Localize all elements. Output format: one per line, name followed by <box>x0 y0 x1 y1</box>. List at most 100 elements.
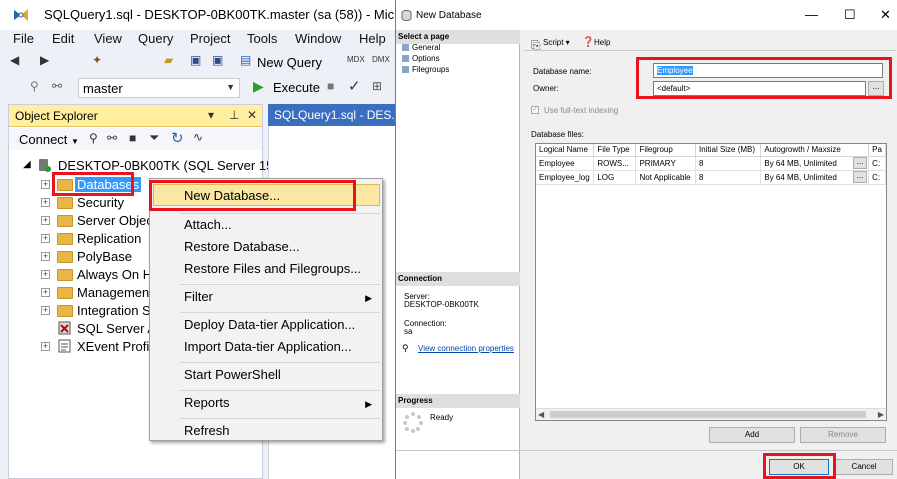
execute-button[interactable]: Execute <box>273 80 320 95</box>
fulltext-checkbox[interactable]: ✓ <box>531 106 539 114</box>
cell-logical-name[interactable]: Employee_log <box>536 170 595 185</box>
back-icon[interactable]: ◀ <box>10 53 19 67</box>
cell-autogrowth[interactable]: By 64 MB, Unlimited... <box>760 170 870 185</box>
add-button[interactable]: Add <box>709 427 795 443</box>
tab-sqlquery1[interactable]: SQLQuery1.sql - DES... <box>268 104 395 126</box>
menu-item-deploy-data-tier[interactable]: Deploy Data-tier Application... <box>184 317 355 332</box>
new-item-icon[interactable]: ✦ <box>92 53 102 67</box>
expand-icon[interactable]: + <box>41 216 50 225</box>
save-icon[interactable]: ▣ <box>190 53 201 67</box>
cell-initial-size[interactable]: 8 <box>695 170 762 185</box>
autogrowth-browse-button[interactable]: ... <box>853 156 868 169</box>
menu-item-restore-files[interactable]: Restore Files and Filegroups... <box>184 261 361 276</box>
menu-item-start-powershell[interactable]: Start PowerShell <box>184 367 281 382</box>
cell-autogrowth[interactable]: By 64 MB, Unlimited... <box>760 156 870 171</box>
forward-icon[interactable]: ▶ <box>40 53 49 67</box>
scrollbar-thumb[interactable] <box>550 411 866 418</box>
menu-query[interactable]: Query <box>138 31 173 46</box>
cell-initial-size[interactable]: 8 <box>695 156 762 171</box>
cell-file-type[interactable]: LOG <box>593 170 637 185</box>
filter-icon[interactable]: ⏷ <box>149 130 159 146</box>
page-options[interactable]: Options <box>402 54 440 63</box>
disconnect-icon[interactable]: ⚯ <box>107 131 117 145</box>
menu-item-import-data-tier[interactable]: Import Data-tier Application... <box>184 339 352 354</box>
page-filegroups[interactable]: Filegroups <box>402 65 449 74</box>
column-header[interactable]: File Type <box>593 144 637 157</box>
connect-plug-icon[interactable]: ⚲ <box>89 131 98 145</box>
scroll-left-icon[interactable]: ◀ <box>538 410 544 419</box>
close-icon[interactable]: ✕ <box>247 108 257 122</box>
menu-project[interactable]: Project <box>190 31 230 46</box>
autogrowth-browse-button[interactable]: ... <box>853 170 868 183</box>
cancel-button[interactable]: Cancel <box>835 459 893 475</box>
expand-icon[interactable]: + <box>41 198 50 207</box>
mdx-query-icon[interactable]: MDX <box>347 55 365 64</box>
refresh-icon[interactable]: ↻ <box>171 129 184 147</box>
table-row[interactable]: Employee_log LOG Not Applicable 8 By 64 … <box>536 170 886 185</box>
expand-icon[interactable]: + <box>41 288 50 297</box>
menu-item-refresh[interactable]: Refresh <box>184 423 230 438</box>
expand-icon[interactable]: + <box>41 180 50 189</box>
stop-icon[interactable]: ■ <box>129 131 136 145</box>
cell-path[interactable]: C: <box>868 170 886 185</box>
stop-icon[interactable]: ■ <box>327 79 334 93</box>
execute-icon[interactable]: ▶ <box>253 78 264 95</box>
expand-icon[interactable]: + <box>41 306 50 315</box>
page-general[interactable]: General <box>402 43 440 52</box>
scroll-right-icon[interactable]: ▶ <box>878 410 884 419</box>
expand-icon[interactable]: + <box>41 342 50 351</box>
available-databases-combo[interactable]: master ▼ <box>78 78 240 98</box>
menu-file[interactable]: File <box>13 31 34 46</box>
column-header[interactable]: Initial Size (MB) <box>695 144 762 157</box>
view-connection-properties-link[interactable]: View connection properties <box>418 344 514 353</box>
menu-help[interactable]: Help <box>359 31 386 46</box>
cell-filegroup[interactable]: Not Applicable <box>635 170 697 185</box>
menu-item-reports[interactable]: Reports <box>184 395 230 410</box>
maximize-icon[interactable]: ☐ <box>844 7 856 23</box>
minimize-icon[interactable]: — <box>805 7 818 22</box>
menu-item-restore-database[interactable]: Restore Database... <box>184 239 300 254</box>
help-button[interactable]: Help <box>594 38 610 47</box>
expand-icon[interactable]: + <box>41 252 50 261</box>
menu-item-attach[interactable]: Attach... <box>184 217 232 232</box>
menu-window[interactable]: Window <box>295 31 341 46</box>
column-header[interactable]: Logical Name <box>536 144 595 157</box>
expand-icon[interactable]: + <box>41 234 50 243</box>
save-all-icon[interactable]: ▣ <box>212 53 223 67</box>
submenu-arrow-icon: ▶ <box>365 399 372 409</box>
new-query-icon[interactable]: ▤ <box>240 53 251 67</box>
menu-edit[interactable]: Edit <box>52 31 74 46</box>
new-query-button[interactable]: New Query <box>257 55 322 70</box>
display-plan-icon[interactable]: ⊞ <box>372 79 382 93</box>
cell-file-type[interactable]: ROWS... <box>593 156 637 171</box>
activity-monitor-icon[interactable]: ∿ <box>193 130 203 144</box>
column-header[interactable]: Filegroup <box>635 144 697 157</box>
horizontal-scrollbar[interactable]: ◀ ▶ <box>536 408 886 420</box>
cell-logical-name[interactable]: Employee <box>536 156 595 171</box>
server-node-label: DESKTOP-0BK00TK (SQL Server 15.0.16 <box>58 158 303 173</box>
script-button[interactable]: Script ▾ <box>543 38 570 47</box>
open-folder-icon[interactable]: ▰ <box>164 53 173 67</box>
close-icon[interactable]: ✕ <box>880 7 891 23</box>
expand-icon[interactable]: + <box>41 270 50 279</box>
change-connection-icon[interactable]: ⚯ <box>52 79 62 93</box>
cell-path[interactable]: C: <box>868 156 886 171</box>
connect-button[interactable]: Connect ▼ <box>19 132 79 147</box>
parse-checkmark-icon[interactable]: ✓ <box>348 77 361 95</box>
menu-item-filter[interactable]: Filter <box>184 289 213 304</box>
database-files-grid[interactable]: Logical Name File Type Filegroup Initial… <box>535 143 887 421</box>
column-header[interactable]: Pa <box>868 144 886 157</box>
remove-button[interactable]: Remove <box>800 427 886 443</box>
dmx-query-icon[interactable]: DMX <box>372 55 390 64</box>
menu-view[interactable]: View <box>94 31 122 46</box>
table-row[interactable]: Employee ROWS... PRIMARY 8 By 64 MB, Unl… <box>536 156 886 171</box>
chevron-down-icon[interactable]: ▾ <box>208 108 214 122</box>
cell-filegroup[interactable]: PRIMARY <box>635 156 697 171</box>
column-header[interactable]: Autogrowth / Maxsize <box>760 144 870 157</box>
menu-tools[interactable]: Tools <box>247 31 277 46</box>
connect-plug-icon[interactable]: ⚲ <box>30 79 39 93</box>
pin-icon[interactable]: ⊥ <box>229 108 239 122</box>
help-icon[interactable]: ❓ <box>582 37 594 48</box>
collapse-icon[interactable]: ◢ <box>23 159 31 170</box>
tree-server-node[interactable]: ◢ DESKTOP-0BK00TK (SQL Server 15.0.16 <box>9 157 302 175</box>
